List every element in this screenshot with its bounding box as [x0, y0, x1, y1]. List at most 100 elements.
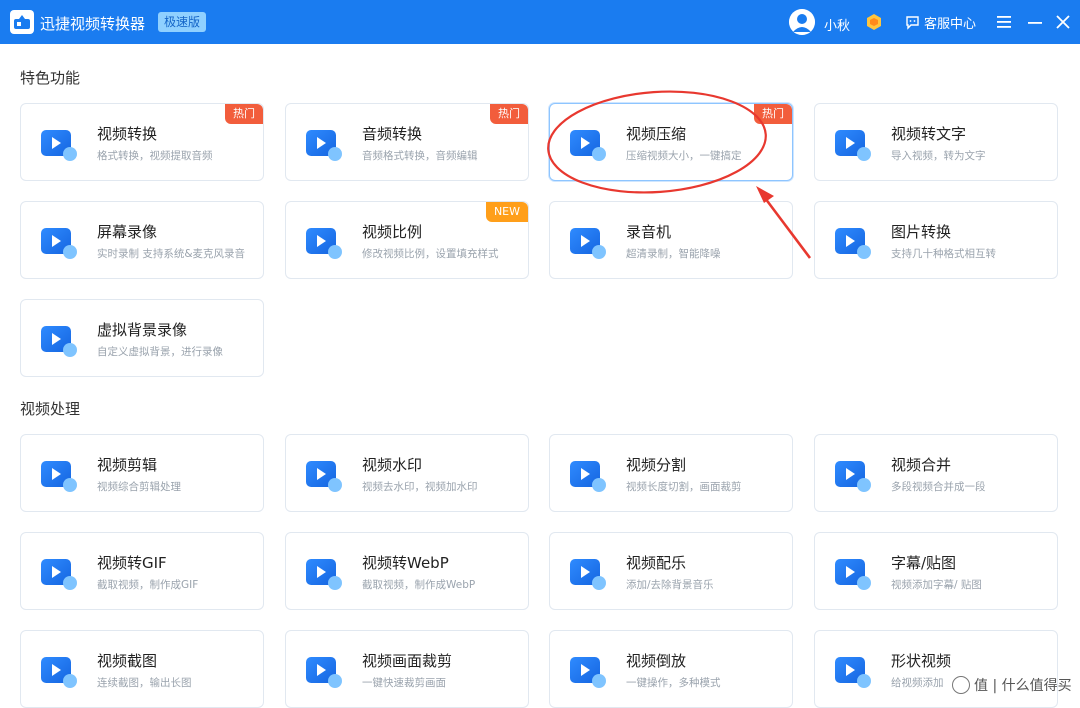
feature-desc: 支持几十种格式相互转: [891, 248, 996, 260]
app-logo-icon: [10, 10, 34, 34]
feature-name: 视频配乐: [626, 554, 687, 572]
username[interactable]: 小秋: [824, 15, 850, 34]
feature-desc: 截取视频，制作成GIF: [97, 579, 199, 591]
customer-service-label: 客服中心: [924, 17, 977, 32]
section-title-featured: 特色功能: [20, 69, 81, 87]
feature-card-image-convert[interactable]: 图片转换支持几十种格式相互转: [814, 201, 1058, 279]
feature-card-video-watermark[interactable]: 视频水印 视频去水印，视频加水印: [285, 434, 529, 512]
feature-card-video-compress[interactable]: 视频压缩压缩视频大小，一键搞定 热门: [549, 103, 793, 181]
video-to-text-icon: [833, 124, 873, 164]
video-compress-icon: [568, 124, 608, 164]
feature-name: 视频分割: [626, 456, 687, 474]
image-convert-icon: [833, 222, 873, 262]
feature-card-video-reverse[interactable]: 视频倒放一键操作，多种模式: [549, 630, 793, 708]
feature-name: 视频转GIF: [97, 554, 167, 572]
feature-desc: 格式转换，视频提取音频: [97, 150, 213, 162]
feature-desc: 超清录制，智能降噪: [626, 248, 721, 260]
feature-name: 视频转换: [97, 125, 158, 143]
feature-card-video-crop[interactable]: 视频画面裁剪一键快速裁剪画面: [285, 630, 529, 708]
feature-desc: 视频去水印，视频加水印: [362, 481, 478, 493]
video-ratio-icon: [304, 222, 344, 262]
feature-name: 视频合并: [891, 456, 952, 474]
hot-badge: 热门: [754, 104, 792, 124]
hot-badge: 热门: [490, 104, 528, 124]
feature-desc: 多段视频合并成一段: [891, 481, 986, 493]
feature-card-video-ratio[interactable]: 视频比例 修改视频比例，设置填充样式 NEW: [285, 201, 529, 279]
feature-name: 视频压缩: [626, 125, 687, 143]
feature-name: 视频倒放: [626, 652, 687, 670]
feature-name: 视频比例: [362, 223, 423, 241]
app-title: 迅捷视频转换器: [40, 15, 146, 33]
vip-icon[interactable]: [865, 13, 883, 31]
feature-name: 音频转换: [362, 125, 423, 143]
feature-desc: 压缩视频大小，一键搞定: [626, 150, 742, 162]
feature-name: 视频画面裁剪: [362, 652, 453, 670]
feature-desc: 截取视频，制作成WebP: [362, 579, 476, 591]
feature-card-video-edit[interactable]: 视频剪辑视频综合剪辑处理: [20, 434, 264, 512]
screen-record-icon: [39, 222, 79, 262]
feature-card-recorder[interactable]: 录音机超清录制，智能降噪: [549, 201, 793, 279]
feature-card-screen-record[interactable]: 屏幕录像实时录制 支持系统&麦克风录音: [20, 201, 264, 279]
video-reverse-icon: [568, 651, 608, 691]
feature-desc: 视频添加字幕/ 贴图: [891, 579, 982, 591]
feature-desc: 一键操作，多种模式: [626, 677, 721, 689]
video-webp-icon: [304, 553, 344, 593]
video-gif-icon: [39, 553, 79, 593]
edition-badge: 极速版: [158, 12, 207, 32]
feature-card-virtual-bg[interactable]: 虚拟背景录像自定义虚拟背景，进行录像: [20, 299, 264, 377]
feature-name: 字幕/贴图: [891, 554, 957, 572]
feature-desc: 自定义虚拟背景，进行录像: [97, 346, 223, 358]
feature-card-subtitle-sticker[interactable]: 字幕/贴图视频添加字幕/ 贴图: [814, 532, 1058, 610]
video-music-icon: [568, 553, 608, 593]
feature-desc: 添加/去除背景音乐: [626, 579, 714, 591]
shape-video-icon: [833, 651, 873, 691]
recorder-icon: [568, 222, 608, 262]
video-watermark-icon: [304, 455, 344, 495]
new-badge: NEW: [485, 202, 528, 222]
feature-card-audio-convert[interactable]: 音频转换音频格式转换，音频编辑 热门: [285, 103, 529, 181]
feature-desc: 连续截图，输出长图: [97, 677, 192, 689]
title-bar: 迅捷视频转换器 极速版 小秋 客服中心: [0, 0, 1080, 44]
user-avatar-icon[interactable]: [789, 9, 815, 35]
feature-card-video-music[interactable]: 视频配乐添加/去除背景音乐: [549, 532, 793, 610]
feature-card-video-split[interactable]: 视频分割视频长度切割，画面裁剪: [549, 434, 793, 512]
video-split-icon: [568, 455, 608, 495]
watermark-text: 值 | 什么值得买: [974, 678, 1072, 694]
feature-name: 视频剪辑: [97, 456, 158, 474]
hot-badge: 热门: [225, 104, 263, 124]
feature-card-video-to-text[interactable]: 视频转文字导入视频，转为文字: [814, 103, 1058, 181]
feature-name: 屏幕录像: [97, 223, 158, 241]
customer-service-button[interactable]: 客服中心: [905, 13, 976, 32]
feature-name: 虚拟背景录像: [97, 321, 188, 339]
feature-card-video-convert[interactable]: 视频转换格式转换，视频提取音频 热门: [20, 103, 264, 181]
video-merge-icon: [833, 455, 873, 495]
virtual-bg-icon: [39, 320, 79, 360]
feature-desc: 视频长度切割，画面裁剪: [626, 481, 742, 493]
feature-name: 录音机: [626, 223, 672, 241]
feature-desc: 实时录制 支持系统&麦克风录音: [97, 248, 246, 260]
subtitle-sticker-icon: [833, 553, 873, 593]
feature-name: 图片转换: [891, 223, 952, 241]
video-convert-icon: [39, 124, 79, 164]
feature-name: 视频截图: [97, 652, 158, 670]
video-edit-icon: [39, 455, 79, 495]
minimize-icon[interactable]: [1025, 12, 1045, 32]
close-icon[interactable]: [1053, 12, 1073, 32]
watermark: 值 | 什么值得买: [952, 675, 1072, 695]
feature-desc: 导入视频，转为文字: [891, 150, 986, 162]
audio-convert-icon: [304, 124, 344, 164]
feature-desc: 音频格式转换，音频编辑: [362, 150, 478, 162]
feature-desc: 一键快速裁剪画面: [362, 677, 446, 689]
feature-name: 视频转WebP: [362, 554, 449, 572]
video-crop-icon: [304, 651, 344, 691]
feature-desc: 视频综合剪辑处理: [97, 481, 181, 493]
video-screenshot-icon: [39, 651, 79, 691]
feature-card-video-gif[interactable]: 视频转GIF 截取视频，制作成GIF: [20, 532, 264, 610]
feature-card-video-webp[interactable]: 视频转WebP 截取视频，制作成WebP: [285, 532, 529, 610]
feature-card-shape-video[interactable]: 形状视频 给视频添加: [814, 630, 1058, 708]
feature-card-video-merge[interactable]: 视频合并多段视频合并成一段: [814, 434, 1058, 512]
feature-card-video-screenshot[interactable]: 视频截图连续截图，输出长图: [20, 630, 264, 708]
menu-icon[interactable]: [994, 12, 1014, 32]
feature-name: 形状视频: [891, 652, 952, 670]
feature-name: 视频转文字: [891, 125, 967, 143]
